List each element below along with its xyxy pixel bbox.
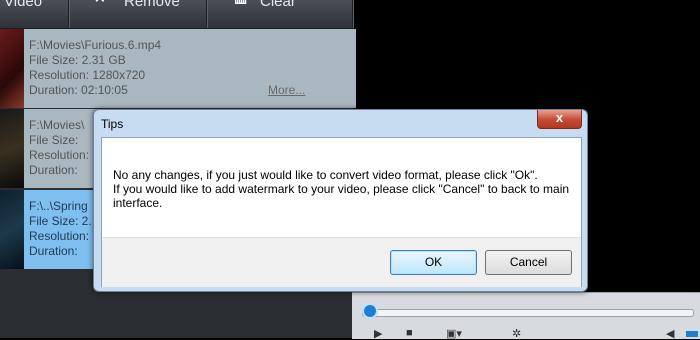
toolbar-divider: [68, 0, 70, 28]
file-info: F:\Movies\Furious.6.mp4 File Size: 2.31 …: [24, 29, 356, 108]
clear-button[interactable]: ▥ Clear: [234, 0, 344, 28]
file-path: F:\Movies\: [29, 118, 85, 132]
file-path: F:\Movies\Furious.6.mp4: [29, 38, 162, 52]
more-link[interactable]: More...: [268, 83, 305, 97]
remove-label: Remove: [124, 0, 180, 10]
file-duration: Duration: 02:10:05: [29, 83, 128, 97]
file-size: File Size: 2.31 GB: [29, 53, 126, 67]
video-thumbnail: [0, 109, 24, 188]
remove-button[interactable]: ⨯ Remove: [94, 0, 204, 28]
toolbar: Video ⨯ Remove ▥ Clear: [0, 0, 354, 29]
stop-icon[interactable]: ■: [406, 327, 413, 339]
brightness-icon[interactable]: ✲: [512, 327, 521, 340]
file-duration: Duration:: [29, 244, 78, 258]
add-video-button[interactable]: Video: [4, 0, 42, 28]
play-icon[interactable]: ▶: [374, 327, 382, 340]
file-duration: Duration:: [29, 163, 78, 177]
ok-button[interactable]: OK: [390, 250, 477, 275]
dialog-title: Tips: [101, 117, 124, 131]
video-thumbnail: [0, 29, 24, 108]
close-icon: x: [555, 110, 564, 125]
remove-icon: ⨯: [94, 0, 112, 4]
seek-bar[interactable]: [362, 309, 694, 317]
video-thumbnail: [0, 190, 24, 269]
cancel-button[interactable]: Cancel: [485, 250, 572, 275]
seek-handle[interactable]: [362, 303, 378, 319]
snapshot-icon[interactable]: ▣▾: [446, 327, 462, 340]
tips-dialog: Tips x No any changes, if you just would…: [93, 109, 588, 292]
file-resolution: Resolution:: [29, 148, 90, 162]
trash-icon: ▥: [234, 0, 252, 4]
file-resolution: Resolution:: [29, 229, 90, 243]
volume-icon[interactable]: ◀: [666, 327, 674, 340]
file-resolution: Resolution: 1280x720: [29, 68, 146, 82]
toolbar-divider: [352, 0, 354, 28]
close-button[interactable]: x: [537, 110, 582, 129]
dialog-message: No any changes, if you just would like t…: [113, 168, 573, 210]
add-video-label: Video: [4, 0, 43, 10]
file-size: File Size: 2.: [29, 214, 92, 228]
dialog-body: No any changes, if you just would like t…: [101, 137, 582, 287]
file-path: F:\..\Spring: [29, 199, 88, 213]
message-line-1: No any changes, if you just would like t…: [113, 168, 538, 182]
player-controls: ▶ ■ ▣▾ ✲ ◀: [352, 292, 700, 340]
dialog-footer: OK Cancel: [102, 237, 581, 287]
message-line-2: If you would like to add watermark to yo…: [113, 182, 570, 210]
file-size: File Size:: [29, 133, 79, 147]
toolbar-divider: [206, 0, 208, 28]
clear-label: Clear: [260, 0, 296, 10]
file-item[interactable]: F:\Movies\Furious.6.mp4 File Size: 2.31 …: [0, 29, 356, 108]
volume-slider[interactable]: [686, 331, 698, 337]
